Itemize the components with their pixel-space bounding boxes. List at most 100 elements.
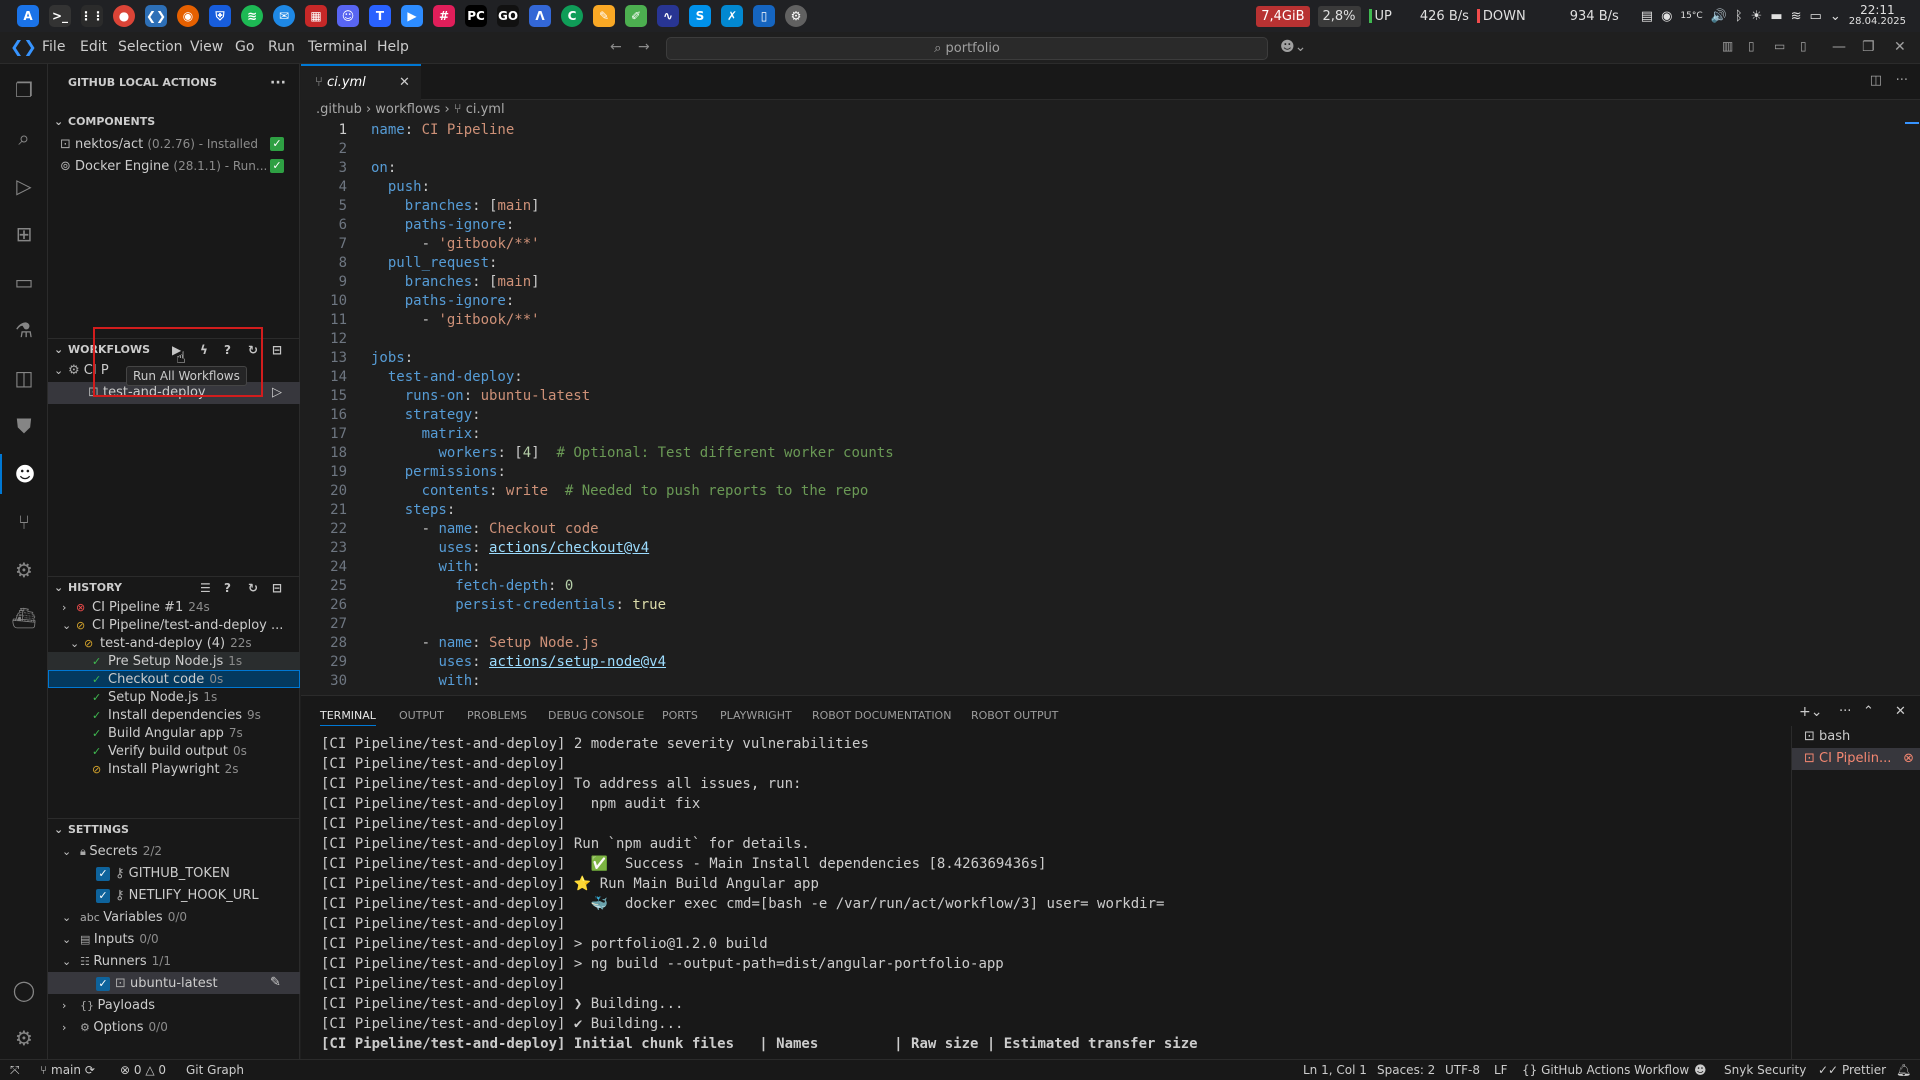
code-line[interactable]: - name: Setup Node.js: [371, 635, 599, 651]
flag-icon[interactable]: ▬: [1770, 9, 1782, 24]
breadcrumb-github[interactable]: .github: [316, 102, 362, 117]
close-window-icon[interactable]: ✕: [1894, 39, 1906, 55]
history-item[interactable]: ✓ Verify build output 0s: [48, 742, 300, 760]
history-item[interactable]: ✓ Setup Node.js 1s: [48, 688, 300, 706]
menu-run[interactable]: Run: [268, 39, 295, 55]
history-item[interactable]: ✓ Checkout code 0s: [48, 670, 300, 688]
code-line[interactable]: strategy:: [371, 407, 481, 423]
containers-icon[interactable]: ◫: [0, 358, 48, 398]
settings-item[interactable]: ✓ ⚷ NETLIFY_HOOK_URL: [48, 884, 300, 906]
help-icon[interactable]: ?: [224, 577, 231, 599]
terminal-item-bash[interactable]: ⊡ bash: [1792, 726, 1920, 748]
menu-edit[interactable]: Edit: [80, 39, 107, 55]
checkbox-icon[interactable]: ✓: [96, 976, 110, 991]
settings-header[interactable]: ⌄ SETTINGS: [48, 818, 300, 840]
checkbox-icon[interactable]: ✓: [96, 866, 110, 881]
search-view-icon[interactable]: ⌕: [0, 118, 48, 158]
discord-icon[interactable]: ☺: [337, 5, 359, 27]
code-line[interactable]: - 'gitbook/**': [371, 312, 540, 328]
branch-indicator[interactable]: ⑂ main ⟳: [40, 1063, 95, 1077]
tab-output[interactable]: OUTPUT: [399, 709, 444, 722]
terminal-app-icon[interactable]: >_: [49, 5, 71, 27]
settings-item[interactable]: ✓ ⊡ ubuntu-latest ✎: [48, 972, 300, 994]
zoom-icon[interactable]: ▶: [401, 5, 423, 27]
tab-robot-output[interactable]: ROBOT OUTPUT: [971, 709, 1058, 722]
copilot-icon[interactable]: ☻⌄: [1280, 39, 1306, 55]
tab-debug-console[interactable]: DEBUG CONSOLE: [548, 709, 644, 722]
editor-more-icon[interactable]: ···: [1896, 73, 1908, 88]
robot-framework-icon[interactable]: ⛊: [0, 406, 48, 446]
pycharm-icon[interactable]: PC: [465, 5, 487, 27]
nav-back-icon[interactable]: ←: [610, 39, 622, 55]
phone-app-icon[interactable]: ▯: [753, 5, 775, 27]
maximize-panel-icon[interactable]: ⌃: [1863, 704, 1874, 719]
toggle-panel-icon[interactable]: ▭: [1774, 39, 1785, 53]
clipboard-icon[interactable]: ▤: [1641, 9, 1653, 24]
panel-more-icon[interactable]: ···: [1839, 704, 1851, 719]
toggle-sidebar-icon[interactable]: ▯: [1748, 39, 1755, 53]
code-line[interactable]: name: CI Pipeline: [371, 122, 514, 138]
slack-icon[interactable]: #: [433, 5, 455, 27]
indentation[interactable]: Spaces: 2: [1377, 1063, 1435, 1077]
code-line[interactable]: branches: [main]: [371, 274, 540, 290]
split-editor-icon[interactable]: ◫: [1870, 73, 1882, 88]
wifi-icon[interactable]: ≋: [1791, 9, 1802, 24]
settings-item[interactable]: ✓ ⚷ GITHUB_TOKEN: [48, 862, 300, 884]
remote-icon[interactable]: ⤧: [10, 1063, 20, 1078]
more-actions-icon[interactable]: ···: [270, 72, 286, 94]
notes-icon[interactable]: ✎: [593, 5, 615, 27]
copilot-chat-icon[interactable]: ⚙: [0, 550, 48, 590]
code-line[interactable]: permissions:: [371, 464, 506, 480]
collapse-all-icon[interactable]: ⊟: [272, 577, 282, 599]
testing-icon[interactable]: ⚗: [0, 310, 48, 350]
maximize-icon[interactable]: ❐: [1862, 39, 1875, 55]
run-job-icon[interactable]: ▷: [272, 382, 282, 404]
settings-item[interactable]: ⌄ 🔒︎ Secrets 2/2: [48, 840, 300, 862]
history-item[interactable]: ⌄ ⊘ CI Pipeline/test-and-deploy ...: [48, 616, 300, 634]
tab-ci-yml[interactable]: ⑂ ci.yml ✕: [301, 64, 421, 100]
tab-terminal[interactable]: TERMINAL: [320, 709, 376, 726]
settings-item[interactable]: ⌄ abc Variables 0/0: [48, 906, 300, 928]
minimize-icon[interactable]: —: [1832, 39, 1846, 55]
source-control-icon[interactable]: ⑂: [0, 502, 48, 542]
refresh-icon[interactable]: ↻: [248, 577, 258, 599]
run-debug-icon[interactable]: ▷: [0, 166, 48, 206]
calendar-icon[interactable]: ▦: [305, 5, 327, 27]
checkbox-icon[interactable]: ✓: [96, 888, 110, 903]
code-line[interactable]: - 'gitbook/**': [371, 236, 540, 252]
language-mode[interactable]: {} GitHub Actions Workflow: [1522, 1063, 1689, 1077]
spotify-icon[interactable]: ≋: [241, 5, 263, 27]
code-line[interactable]: with:: [371, 673, 480, 689]
history-item[interactable]: ⌄ ⊘ test-and-deploy (4) 22s: [48, 634, 300, 652]
code-line[interactable]: jobs:: [371, 350, 413, 366]
github-local-actions-icon[interactable]: ☻: [0, 454, 48, 494]
bitwarden-icon[interactable]: ⛨: [209, 5, 231, 27]
history-item[interactable]: ✓ Install dependencies 9s: [48, 706, 300, 724]
paw-app-icon[interactable]: S: [689, 5, 711, 27]
menu-view[interactable]: View: [190, 39, 223, 55]
tab-ports[interactable]: PORTS: [662, 709, 698, 722]
chrome-icon[interactable]: ●: [113, 5, 135, 27]
problems-indicator[interactable]: ⊗ 0 △ 0: [120, 1063, 166, 1077]
components-header[interactable]: ⌄ COMPONENTS: [48, 111, 300, 133]
command-center[interactable]: ⌕ portfolio: [666, 37, 1268, 60]
accounts-icon[interactable]: ◯: [0, 970, 48, 1010]
code-line[interactable]: steps:: [371, 502, 456, 518]
sync-icon[interactable]: C: [561, 5, 583, 27]
history-item[interactable]: ✓ Build Angular app 7s: [48, 724, 300, 742]
tray-chevron-icon[interactable]: ⌄: [1830, 9, 1841, 24]
code-line[interactable]: pull_request:: [371, 255, 498, 271]
goland-icon[interactable]: GO: [497, 5, 519, 27]
battery-icon[interactable]: ▭: [1810, 9, 1822, 24]
settings-item[interactable]: ⌄ ☷ Runners 1/1: [48, 950, 300, 972]
code-line[interactable]: matrix:: [371, 426, 481, 442]
component-docker[interactable]: ⊚ Docker Engine (28.1.1) - Run... ✓: [48, 155, 300, 177]
terminal-item-ci-pipeline[interactable]: ⊡ CI Pipelin... ⊗: [1792, 748, 1920, 770]
code-line[interactable]: on:: [371, 160, 396, 176]
tab-robot-documentation[interactable]: ROBOT DOCUMENTATION: [812, 709, 951, 722]
collapse-all-icon[interactable]: ⊟: [272, 339, 282, 361]
code-line[interactable]: workers: [4] # Optional: Test different …: [371, 445, 893, 461]
history-header[interactable]: ⌄ HISTORY ☰ ? ↻ ⊟: [48, 576, 300, 598]
close-panel-icon[interactable]: ✕: [1895, 704, 1906, 719]
menu-help[interactable]: Help: [377, 39, 409, 55]
